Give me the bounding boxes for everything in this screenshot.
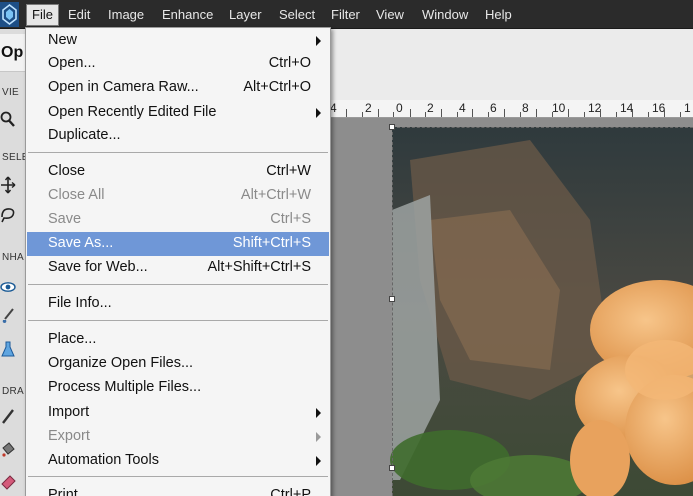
menu-item-process-multiple-files[interactable]: Process Multiple Files... <box>27 376 329 400</box>
menu-item-open-recent[interactable]: Open Recently Edited File <box>27 101 329 125</box>
section-draw-label: DRA <box>2 386 25 397</box>
ruler-label: 2 <box>427 101 434 115</box>
menu-item-organize-open-files[interactable]: Organize Open Files... <box>27 352 329 376</box>
horizontal-ruler: 4 2 0 2 4 6 8 10 12 14 16 1 <box>330 100 693 118</box>
menu-separator <box>28 476 328 477</box>
menu-item-close-all: Close All Alt+Ctrl+W <box>48 187 311 203</box>
menu-window[interactable]: Window <box>417 4 473 26</box>
menu-separator <box>28 284 328 285</box>
menu-view[interactable]: View <box>371 4 409 26</box>
panel-header: Op <box>0 34 26 72</box>
paint-bucket-icon[interactable] <box>0 440 16 458</box>
zoom-icon[interactable] <box>0 110 16 128</box>
menu-item-import[interactable]: Import <box>27 401 329 425</box>
pencil-icon[interactable] <box>0 408 16 426</box>
menu-item-save-for-web[interactable]: Save for Web... Alt+Shift+Ctrl+S <box>27 256 329 280</box>
menu-separator <box>28 320 328 321</box>
app-window: File Edit Image Enhance Layer Select Fil… <box>0 0 693 496</box>
submenu-arrow-icon <box>316 456 321 466</box>
menu-item-print[interactable]: Print... Ctrl+P <box>27 484 329 496</box>
menu-edit[interactable]: Edit <box>63 4 95 26</box>
resize-handle[interactable] <box>389 124 395 130</box>
options-bar <box>330 29 693 100</box>
ruler-label: 4 <box>330 101 337 115</box>
panel-title: Op <box>1 44 24 61</box>
menu-item-duplicate[interactable]: Duplicate... <box>27 124 329 148</box>
ruler-label: 1 <box>684 101 691 115</box>
menu-item-close[interactable]: Close Ctrl+W <box>27 160 329 184</box>
menu-separator <box>28 152 328 153</box>
ruler-label: 8 <box>522 101 529 115</box>
ruler-label: 4 <box>459 101 466 115</box>
file-menu-dropdown: New Open... Ctrl+O Open in Camera Raw...… <box>25 27 331 496</box>
menu-enhance[interactable]: Enhance <box>157 4 218 26</box>
submenu-arrow-icon <box>316 36 321 46</box>
lasso-icon[interactable] <box>0 205 16 223</box>
menu-bar: File Edit Image Enhance Layer Select Fil… <box>0 0 693 29</box>
menu-item-open[interactable]: Open... Ctrl+O <box>27 52 329 76</box>
resize-handle[interactable] <box>389 465 395 471</box>
eye-icon[interactable] <box>0 278 16 296</box>
menu-item-automation-tools[interactable]: Automation Tools <box>27 449 329 473</box>
resize-handle[interactable] <box>389 296 395 302</box>
ruler-label: 0 <box>396 101 403 115</box>
elements-logo-icon[interactable] <box>0 2 19 27</box>
menu-layer[interactable]: Layer <box>224 4 267 26</box>
ruler-label: 2 <box>365 101 372 115</box>
menu-select[interactable]: Select <box>274 4 320 26</box>
menu-file[interactable]: File <box>26 4 59 26</box>
section-view-label: VIE <box>2 87 20 98</box>
menu-help[interactable]: Help <box>480 4 517 26</box>
menu-item-place[interactable]: Place... <box>27 328 329 352</box>
menu-item-export: Export <box>27 425 329 449</box>
brush-icon[interactable] <box>0 307 16 325</box>
selection-bounds <box>392 127 693 496</box>
menu-image[interactable]: Image <box>103 4 149 26</box>
eraser-icon[interactable] <box>0 474 16 492</box>
menu-item-save-as[interactable]: Save As... Shift+Ctrl+S <box>27 232 329 256</box>
menu-item-file-info[interactable]: File Info... <box>27 292 329 316</box>
submenu-arrow-icon <box>316 108 321 118</box>
ruler-label: 6 <box>490 101 497 115</box>
menu-item-save: Save Ctrl+S <box>48 211 311 227</box>
move-icon[interactable] <box>0 176 16 194</box>
menu-item-new[interactable]: New <box>27 29 329 53</box>
sponge-icon[interactable] <box>0 340 16 358</box>
ruler-label: 10 <box>552 101 566 115</box>
section-enhance-label: NHA <box>2 252 25 263</box>
menu-filter[interactable]: Filter <box>326 4 365 26</box>
submenu-arrow-icon <box>316 432 321 442</box>
submenu-arrow-icon <box>316 408 321 418</box>
menu-item-open-camera-raw[interactable]: Open in Camera Raw... Alt+Ctrl+O <box>27 76 329 100</box>
